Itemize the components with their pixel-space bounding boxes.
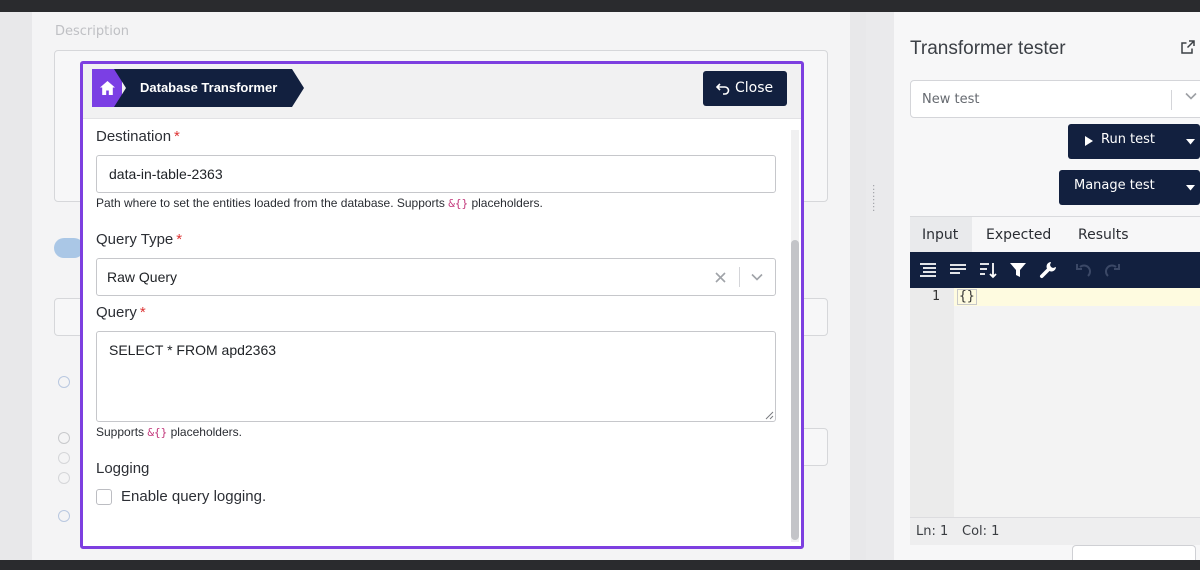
window-bottom-bar [0, 560, 1200, 570]
drag-handle-icon[interactable]: :::: [872, 183, 882, 214]
enable-logging-label[interactable]: Enable query logging. [121, 488, 266, 505]
background-radio-icon [58, 472, 70, 484]
manage-test-label: Manage test [1074, 178, 1155, 193]
manage-test-button[interactable]: Manage test [1059, 170, 1200, 205]
external-link-icon[interactable] [1181, 40, 1195, 54]
code-content: {} [957, 289, 977, 305]
select-separator [739, 267, 740, 287]
panel-splitter[interactable]: :::: [866, 12, 894, 560]
chevron-down-icon[interactable] [751, 272, 763, 282]
query-type-label: Query Type * [96, 231, 182, 248]
editor-statusbar: Ln: 1 Col: 1 [910, 517, 1200, 545]
required-marker: * [176, 231, 183, 248]
background-radio-icon [58, 432, 70, 444]
select-separator [1171, 90, 1172, 110]
run-test-label: Run test [1101, 132, 1156, 147]
status-line: Ln: 1 [916, 524, 949, 539]
logging-label: Logging [96, 460, 150, 477]
close-label: Close [735, 80, 774, 96]
modal-scrollbar-thumb[interactable] [791, 240, 799, 540]
query-type-label-text: Query Type [96, 231, 174, 248]
tab-expected[interactable]: Expected [986, 217, 1066, 253]
required-marker: * [139, 304, 146, 321]
compact-icon[interactable] [948, 260, 968, 280]
background-add-icon [58, 510, 70, 522]
destination-label-text: Destination [96, 128, 172, 145]
close-button[interactable]: Close [703, 71, 787, 106]
required-marker: * [174, 128, 180, 145]
filter-icon[interactable] [1008, 260, 1028, 280]
background-radio-icon [58, 452, 70, 464]
window-top-bar [0, 0, 1200, 12]
breadcrumb-database-transformer[interactable]: Database Transformer [140, 80, 277, 95]
format-icon[interactable] [918, 260, 938, 280]
status-column: Col: 1 [962, 524, 1000, 539]
help-text: Supports [96, 425, 145, 439]
enable-logging-checkbox[interactable] [96, 489, 112, 505]
tab-input[interactable]: Input [910, 217, 972, 253]
tester-title: Transformer tester [910, 38, 1066, 59]
clear-icon[interactable] [715, 272, 726, 283]
background-add-icon [58, 376, 70, 388]
json-editor[interactable]: 1 {} [910, 252, 1200, 517]
redo-icon[interactable] [1102, 260, 1122, 280]
query-type-select[interactable]: Raw Query [96, 258, 776, 296]
query-textarea[interactable]: SELECT * FROM apd2363 [96, 331, 776, 422]
help-text: placeholders. [471, 196, 543, 210]
play-icon [1084, 135, 1094, 150]
help-code: &{} [147, 426, 168, 439]
help-text: placeholders. [170, 425, 242, 439]
destination-input[interactable]: data-in-table-2363 [96, 155, 776, 193]
query-type-value: Raw Query [107, 269, 178, 285]
query-value: SELECT * FROM apd2363 [109, 342, 277, 358]
wrench-icon[interactable] [1038, 260, 1058, 280]
resize-handle-icon[interactable] [765, 411, 774, 420]
query-help: Supports &{} placeholders. [96, 425, 242, 439]
undo-icon[interactable] [1074, 260, 1094, 280]
destination-help: Path where to set the entities loaded fr… [96, 196, 543, 210]
sort-icon[interactable] [978, 260, 998, 280]
test-select[interactable]: New test [910, 80, 1200, 118]
editor-toolbar [910, 252, 1200, 288]
background-description-label: Description [55, 24, 130, 39]
help-code: &{} [448, 197, 469, 210]
caret-down-icon[interactable] [1186, 137, 1195, 148]
caret-down-icon[interactable] [1186, 183, 1195, 194]
active-code-line[interactable]: {} [954, 288, 1200, 306]
undo-arrow-icon [716, 83, 730, 95]
run-test-button[interactable]: Run test [1068, 124, 1200, 159]
chevron-down-icon[interactable] [1185, 90, 1197, 105]
query-label: Query * [96, 304, 146, 321]
destination-label: Destination * [96, 128, 180, 145]
modal-header: Database Transformer Close [83, 64, 801, 119]
database-transformer-modal: Database Transformer Close Destination * … [80, 61, 804, 549]
transformer-tester-panel: Transformer tester New test Run test Man… [894, 12, 1200, 565]
test-select-value: New test [922, 92, 980, 107]
line-number: 1 [932, 289, 940, 304]
tester-tabs: Input Expected Results [910, 216, 1200, 253]
tab-results[interactable]: Results [1078, 217, 1148, 253]
help-text: Path where to set the entities loaded fr… [96, 196, 445, 210]
query-label-text: Query [96, 304, 137, 321]
line-gutter: 1 [910, 288, 954, 517]
